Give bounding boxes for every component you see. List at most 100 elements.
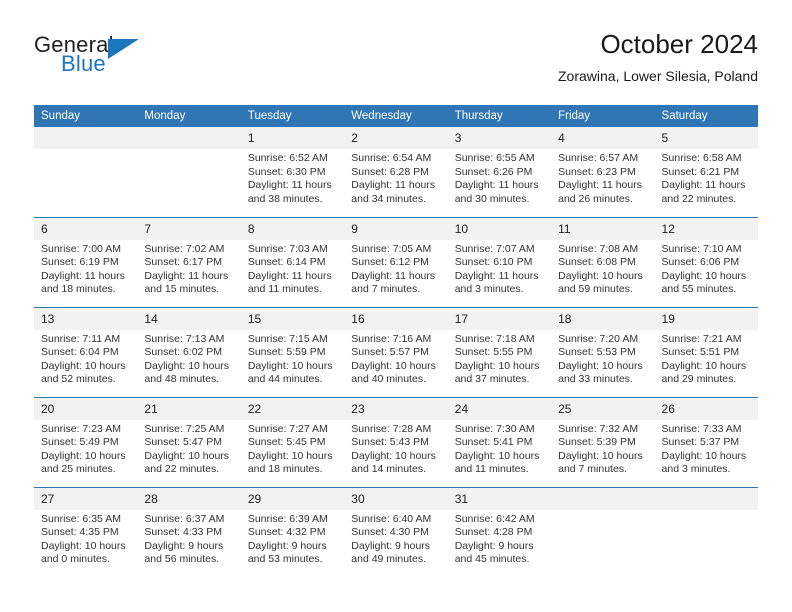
day-cell[interactable]: 1 Sunrise: 6:52 AM Sunset: 6:30 PM Daylight…	[240, 127, 345, 217]
sunrise-text: Sunrise: 6:57 AM	[558, 152, 639, 164]
sunset-text: Sunset: 5:41 PM	[454, 436, 533, 449]
day-number: 18	[551, 307, 655, 330]
calendar-body: 1 Sunrise: 6:52 AM Sunset: 6:30 PM Daylight…	[34, 127, 758, 577]
day-cell[interactable]: 5 Sunrise: 6:58 AM Sunset: 6:21 PM Daylight…	[654, 127, 758, 217]
day-number: 27	[34, 487, 138, 510]
day-cell[interactable]: 22 Sunrise: 7:27 AM Sunset: 5:45 PM Dayligh…	[240, 396, 345, 487]
general-blue-logo[interactable]: General Blue	[34, 32, 244, 90]
daylight-text: Daylight: 9 hours and 56 minutes.	[144, 539, 224, 566]
day-info: Sunrise: 7:32 AM Sunset: 5:39 PM Daylight:…	[551, 420, 654, 477]
calendar-week-row: 13 Sunrise: 7:11 AM Sunset: 6:04 PM Dayligh…	[34, 306, 758, 397]
day-info: Sunrise: 7:18 AM Sunset: 5:55 PM Daylight:…	[448, 330, 551, 387]
day-info: Sunrise: 7:16 AM Sunset: 5:57 PM Daylight:…	[344, 330, 447, 387]
daylight-text: Daylight: 11 hours and 15 minutes.	[144, 269, 229, 296]
title-block: October 2024 Zorawina, Lower Silesia, Po…	[558, 28, 758, 87]
day-cell[interactable]: 16 Sunrise: 7:16 AM Sunset: 5:57 PM Dayligh…	[344, 306, 448, 397]
sunrise-text: Sunrise: 7:15 AM	[247, 332, 328, 345]
day-cell[interactable]: 3 Sunrise: 6:55 AM Sunset: 6:26 PM Daylight…	[447, 127, 552, 217]
day-cell[interactable]: 8 Sunrise: 7:03 AM Sunset: 6:14 PM Daylight…	[240, 216, 345, 307]
day-info: Sunrise: 6:54 AM Sunset: 6:28 PM Daylight:…	[344, 149, 447, 206]
daylight-text: Daylight: 10 hours and 29 minutes.	[661, 359, 747, 386]
sunrise-sunset-calendar: Sunday Monday Tuesday Wednesday Thursday…	[34, 105, 758, 577]
sunrise-text: Sunrise: 7:23 AM	[41, 422, 121, 435]
day-cell[interactable]: 15 Sunrise: 7:15 AM Sunset: 5:59 PM Dayligh…	[240, 306, 345, 397]
daylight-text: Daylight: 11 hours and 34 minutes.	[351, 179, 436, 205]
day-cell[interactable]: 25 Sunrise: 7:32 AM Sunset: 5:39 PM Dayligh…	[551, 396, 655, 487]
day-cell[interactable]: 14 Sunrise: 7:13 AM Sunset: 6:02 PM Dayligh…	[137, 306, 241, 397]
daylight-text: Daylight: 9 hours and 53 minutes.	[247, 539, 327, 566]
day-cell[interactable]: 4 Sunrise: 6:57 AM Sunset: 6:23 PM Daylight…	[551, 127, 655, 217]
page-header: General Blue October 2024 Zorawina, Lowe…	[34, 28, 758, 98]
day-cell-empty	[137, 127, 241, 217]
day-info: Sunrise: 7:21 AM Sunset: 5:51 PM Daylight:…	[655, 330, 758, 387]
day-number: 6	[34, 217, 138, 240]
day-cell[interactable]: 26 Sunrise: 7:33 AM Sunset: 5:37 PM Dayligh…	[654, 396, 758, 487]
day-number: 1	[240, 127, 345, 149]
weekday-header-monday: Monday	[137, 105, 241, 127]
day-cell[interactable]: 27 Sunrise: 6:35 AM Sunset: 4:35 PM Dayligh…	[34, 486, 138, 577]
daylight-text: Daylight: 10 hours and 25 minutes.	[41, 449, 126, 476]
sunset-text: Sunset: 5:55 PM	[454, 346, 533, 359]
day-number: 2	[344, 127, 448, 149]
sunrise-text: Sunrise: 6:54 AM	[351, 152, 432, 164]
day-number: 21	[137, 397, 241, 420]
day-cell[interactable]: 2 Sunrise: 6:54 AM Sunset: 6:28 PM Daylight…	[344, 127, 448, 217]
sunrise-text: Sunrise: 7:18 AM	[454, 332, 535, 345]
day-info: Sunrise: 7:30 AM Sunset: 5:41 PM Daylight:…	[448, 420, 551, 477]
day-cell[interactable]: 17 Sunrise: 7:18 AM Sunset: 5:55 PM Dayligh…	[447, 306, 552, 397]
sunset-text: Sunset: 5:45 PM	[247, 436, 326, 449]
day-cell[interactable]: 24 Sunrise: 7:30 AM Sunset: 5:41 PM Dayligh…	[447, 396, 552, 487]
day-number: 9	[344, 217, 448, 240]
day-cell[interactable]: 19 Sunrise: 7:21 AM Sunset: 5:51 PM Dayligh…	[654, 306, 758, 397]
day-info: Sunrise: 7:05 AM Sunset: 6:12 PM Daylight:…	[344, 240, 447, 297]
day-number	[654, 487, 758, 510]
sunrise-text: Sunrise: 6:58 AM	[661, 152, 742, 164]
daylight-text: Daylight: 10 hours and 3 minutes.	[661, 449, 747, 476]
day-number: 15	[240, 307, 345, 330]
day-cell[interactable]: 11 Sunrise: 7:08 AM Sunset: 6:08 PM Dayligh…	[551, 216, 655, 307]
calendar-week-row: 20 Sunrise: 7:23 AM Sunset: 5:49 PM Dayligh…	[34, 396, 758, 487]
day-number: 5	[654, 127, 758, 149]
day-number: 22	[240, 397, 345, 420]
daylight-text: Daylight: 10 hours and 33 minutes.	[558, 359, 643, 386]
weekday-header-tuesday: Tuesday	[240, 105, 345, 127]
daylight-text: Daylight: 11 hours and 38 minutes.	[247, 179, 332, 205]
sunset-text: Sunset: 6:08 PM	[558, 256, 636, 269]
day-cell-empty	[654, 486, 758, 577]
day-cell[interactable]: 18 Sunrise: 7:20 AM Sunset: 5:53 PM Dayligh…	[551, 306, 655, 397]
day-number: 19	[654, 307, 758, 330]
day-info: Sunrise: 6:35 AM Sunset: 4:35 PM Daylight:…	[34, 510, 137, 567]
day-cell[interactable]: 29 Sunrise: 6:39 AM Sunset: 4:32 PM Dayligh…	[240, 486, 345, 577]
day-cell[interactable]: 23 Sunrise: 7:28 AM Sunset: 5:43 PM Dayligh…	[344, 396, 448, 487]
sunrise-text: Sunrise: 7:27 AM	[247, 422, 328, 435]
day-cell[interactable]: 6 Sunrise: 7:00 AM Sunset: 6:19 PM Daylight…	[34, 216, 138, 307]
daylight-text: Daylight: 10 hours and 44 minutes.	[247, 359, 333, 386]
day-cell[interactable]: 13 Sunrise: 7:11 AM Sunset: 6:04 PM Dayligh…	[34, 306, 138, 397]
sunset-text: Sunset: 6:23 PM	[558, 165, 636, 178]
day-cell[interactable]: 28 Sunrise: 6:37 AM Sunset: 4:33 PM Dayligh…	[137, 486, 241, 577]
calendar-week-row: 6 Sunrise: 7:00 AM Sunset: 6:19 PM Daylight…	[34, 216, 758, 307]
day-info: Sunrise: 6:55 AM Sunset: 6:26 PM Daylight:…	[448, 149, 551, 206]
weekday-header-saturday: Saturday	[654, 105, 758, 127]
day-cell[interactable]: 30 Sunrise: 6:40 AM Sunset: 4:30 PM Dayligh…	[344, 486, 448, 577]
weekday-header-sunday: Sunday	[34, 105, 138, 127]
day-info: Sunrise: 6:52 AM Sunset: 6:30 PM Daylight:…	[241, 149, 344, 206]
day-number: 20	[34, 397, 138, 420]
day-cell[interactable]: 31 Sunrise: 6:42 AM Sunset: 4:28 PM Dayligh…	[447, 486, 552, 577]
day-cell[interactable]: 20 Sunrise: 7:23 AM Sunset: 5:49 PM Dayligh…	[34, 396, 138, 487]
day-cell[interactable]: 7 Sunrise: 7:02 AM Sunset: 6:17 PM Daylight…	[137, 216, 241, 307]
daylight-text: Daylight: 11 hours and 18 minutes.	[41, 269, 125, 296]
sunset-text: Sunset: 5:39 PM	[558, 436, 636, 449]
sunset-text: Sunset: 4:33 PM	[144, 526, 223, 539]
weekday-header-thursday: Thursday	[447, 105, 552, 127]
day-cell[interactable]: 21 Sunrise: 7:25 AM Sunset: 5:47 PM Dayligh…	[137, 396, 241, 487]
day-info: Sunrise: 7:23 AM Sunset: 5:49 PM Daylight:…	[34, 420, 137, 477]
day-number: 24	[447, 397, 552, 420]
day-cell[interactable]: 9 Sunrise: 7:05 AM Sunset: 6:12 PM Daylight…	[344, 216, 448, 307]
sunrise-text: Sunrise: 7:00 AM	[41, 242, 121, 255]
day-info: Sunrise: 7:20 AM Sunset: 5:53 PM Daylight:…	[551, 330, 654, 387]
day-cell[interactable]: 12 Sunrise: 7:10 AM Sunset: 6:06 PM Dayligh…	[654, 216, 758, 307]
day-info: Sunrise: 7:10 AM Sunset: 6:06 PM Daylight:…	[655, 240, 758, 297]
sunrise-text: Sunrise: 6:35 AM	[41, 512, 121, 525]
day-cell[interactable]: 10 Sunrise: 7:07 AM Sunset: 6:10 PM Dayligh…	[447, 216, 552, 307]
